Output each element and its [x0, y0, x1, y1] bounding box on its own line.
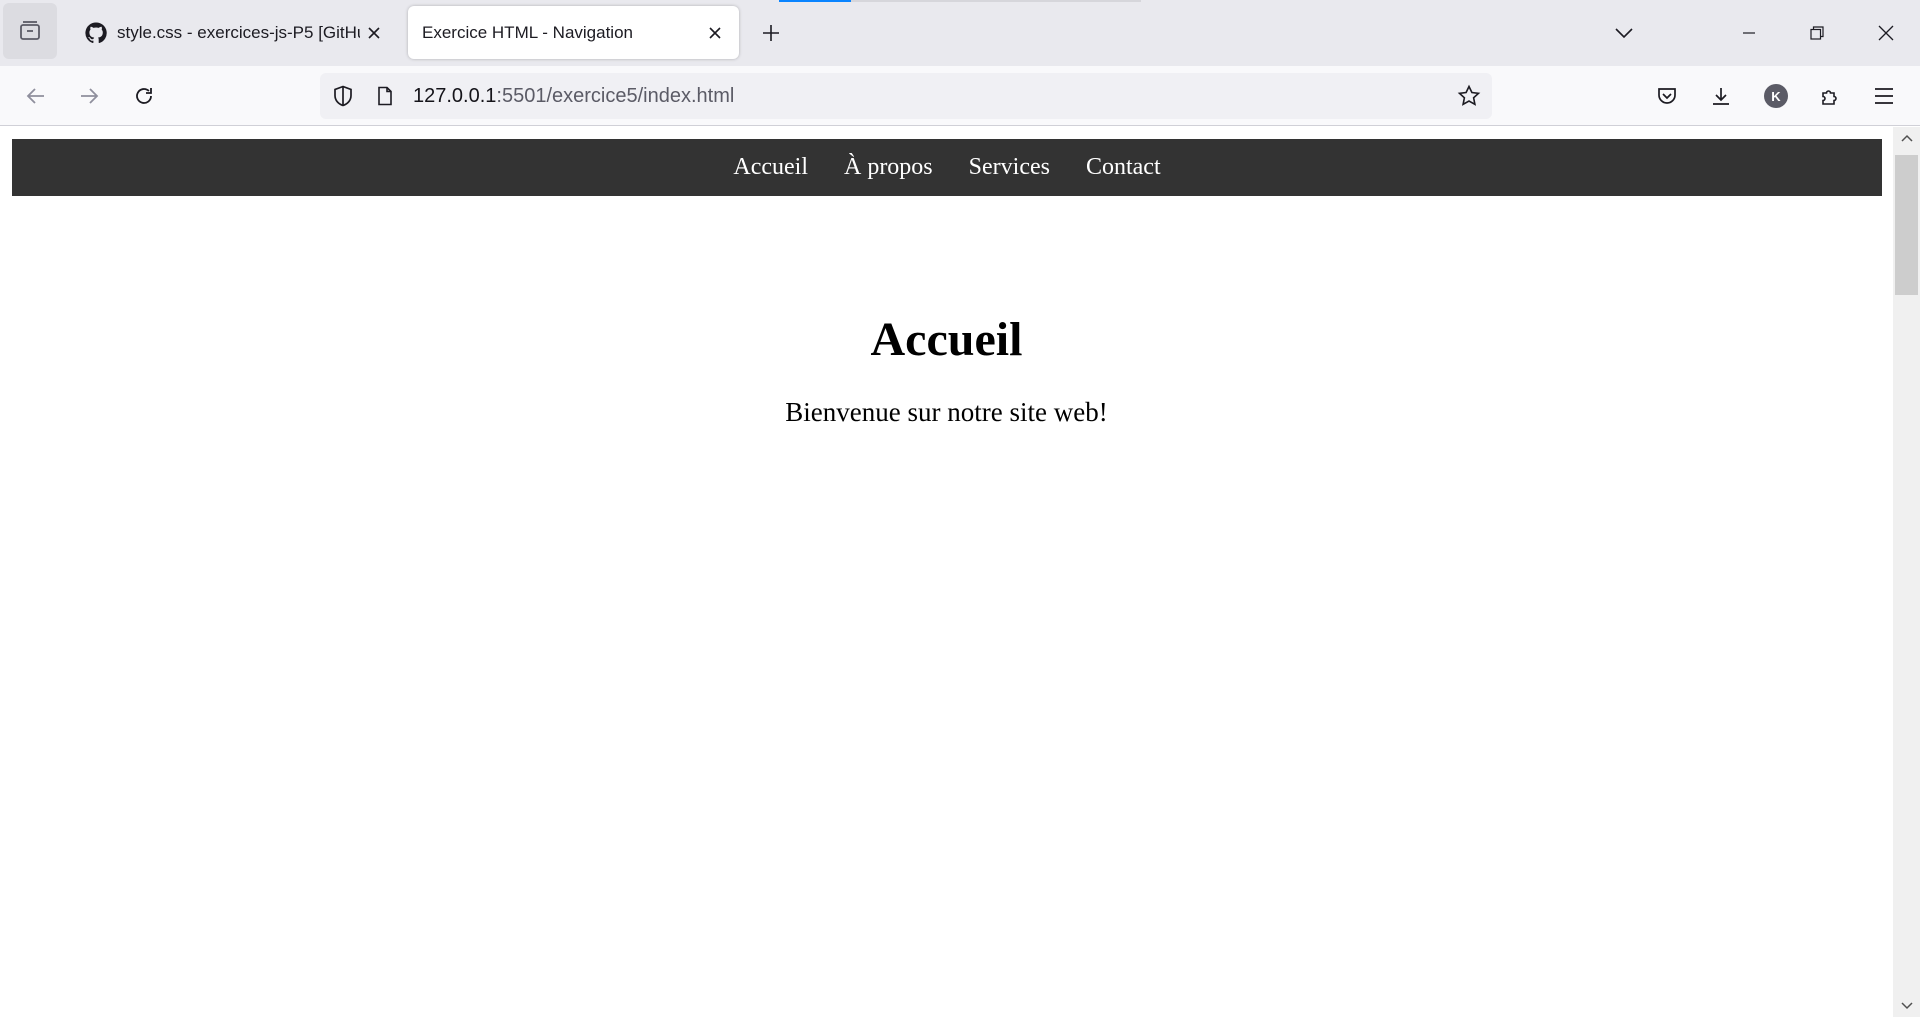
- avatar: K: [1764, 84, 1788, 108]
- app-menu-button[interactable]: [1866, 78, 1902, 114]
- plus-icon: [763, 25, 779, 41]
- scrollbar-thumb[interactable]: [1895, 155, 1918, 295]
- minimize-button[interactable]: [1726, 10, 1772, 56]
- welcome-text: Bienvenue sur notre site web!: [785, 397, 1108, 427]
- download-icon: [1713, 88, 1729, 105]
- close-icon: [1878, 25, 1894, 41]
- url-text[interactable]: 127.0.0.1:5501/exercice5/index.html: [413, 85, 734, 108]
- reload-icon: [136, 88, 152, 104]
- loading-indicator: [779, 0, 851, 2]
- minimize-icon: [1743, 32, 1755, 34]
- close-tab-icon[interactable]: [360, 19, 388, 47]
- arrow-left-icon: [26, 88, 44, 104]
- url-host: 127.0.0.1: [413, 85, 497, 107]
- page-title: Accueil: [870, 313, 1023, 366]
- chevron-down-icon: [1615, 28, 1633, 39]
- pocket-icon: [1658, 88, 1676, 104]
- chevron-down-icon: [1900, 1002, 1913, 1010]
- close-tab-icon[interactable]: [701, 19, 729, 47]
- back-button[interactable]: [18, 78, 54, 114]
- tab-github-style-css[interactable]: style.css - exercices-js-P5 [GitHub: [70, 6, 390, 59]
- tracking-protection-shield-icon[interactable]: [330, 83, 356, 109]
- url-bar[interactable]: 127.0.0.1:5501/exercice5/index.html: [320, 73, 1492, 119]
- list-all-tabs-button[interactable]: [3, 3, 57, 59]
- pocket-button[interactable]: [1649, 78, 1685, 114]
- close-window-button[interactable]: [1863, 10, 1909, 56]
- url-path: :5501/exercice5/index.html: [496, 85, 735, 107]
- navigation-toolbar: 127.0.0.1:5501/exercice5/index.html K: [0, 66, 1920, 126]
- reload-button[interactable]: [126, 78, 162, 114]
- tab-exercice-html[interactable]: Exercice HTML - Navigation: [408, 6, 739, 59]
- bookmark-star-icon[interactable]: [1454, 81, 1484, 111]
- page-info-icon[interactable]: [372, 83, 398, 109]
- nav-link-a-propos[interactable]: À propos: [844, 154, 933, 181]
- arrow-right-icon: [81, 88, 99, 104]
- nav-link-accueil[interactable]: Accueil: [733, 154, 808, 181]
- tab-list-dropdown[interactable]: [1601, 10, 1647, 56]
- tab-strip: style.css - exercices-js-P5 [GitHub Exer…: [0, 0, 1920, 66]
- github-icon: [83, 20, 109, 46]
- page-viewport: Accueil À propos Services Contact Accuei…: [0, 127, 1893, 1017]
- new-tab-button[interactable]: [755, 17, 787, 49]
- restore-icon: [1810, 26, 1824, 40]
- downloads-button[interactable]: [1703, 78, 1739, 114]
- account-button[interactable]: K: [1758, 78, 1794, 114]
- tab-title: style.css - exercices-js-P5 [GitHub: [117, 22, 360, 42]
- hamburger-menu-icon: [1875, 88, 1893, 104]
- forward-button[interactable]: [71, 78, 107, 114]
- chevron-up-icon: [1900, 134, 1913, 142]
- scroll-down-button[interactable]: [1893, 995, 1920, 1017]
- restore-button[interactable]: [1794, 10, 1840, 56]
- puzzle-icon: [1822, 90, 1837, 105]
- extensions-button[interactable]: [1812, 78, 1848, 114]
- nav-link-services[interactable]: Services: [969, 154, 1050, 181]
- tab-strip-divider: [851, 0, 1141, 2]
- tab-title: Exercice HTML - Navigation: [422, 22, 633, 42]
- tab-manager-icon: [20, 21, 40, 40]
- nav-link-contact[interactable]: Contact: [1086, 154, 1161, 181]
- site-navigation: Accueil À propos Services Contact: [12, 139, 1882, 196]
- vertical-scrollbar[interactable]: [1893, 127, 1920, 1017]
- scroll-up-button[interactable]: [1893, 127, 1920, 149]
